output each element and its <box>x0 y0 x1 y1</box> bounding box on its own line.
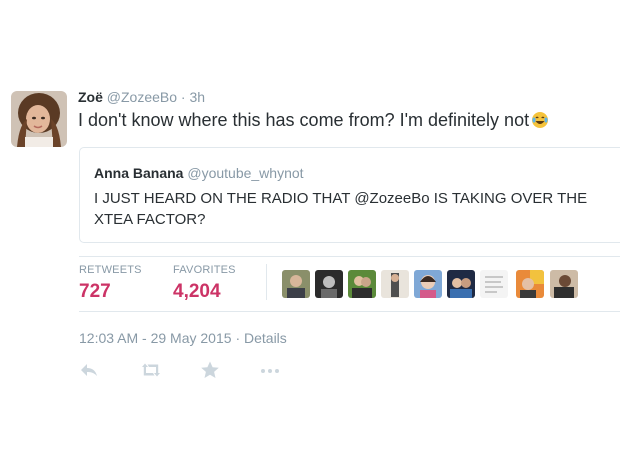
favorites-count: 4,204 <box>173 281 221 302</box>
handle[interactable]: @ZozeeBo <box>107 89 177 105</box>
retweet-button[interactable] <box>139 361 163 384</box>
favoriter-avatar[interactable] <box>381 270 409 298</box>
tweet-text-body: I don't know where this has come from? I… <box>78 110 530 130</box>
retweets-count: 727 <box>79 281 111 302</box>
quoted-tweet[interactable]: Anna Banana @youtube_whynot I JUST HEARD… <box>79 147 620 243</box>
favorites-label: FAVORITES <box>173 264 236 276</box>
details-link[interactable]: Details <box>244 330 287 346</box>
tweet-text: I don't know where this has come from? I… <box>78 110 549 134</box>
retweets-stat[interactable]: RETWEETS 727 <box>79 264 142 303</box>
tweet-header: Zoë @ZozeeBo · 3h <box>78 89 205 105</box>
reply-button[interactable] <box>79 361 99 384</box>
quoted-text: I JUST HEARD ON THE RADIO THAT @ZozeeBo … <box>94 190 588 228</box>
favorites-stat[interactable]: FAVORITES 4,204 <box>173 264 236 303</box>
retweet-icon <box>139 363 163 383</box>
quoted-display-name: Anna Banana <box>94 165 184 181</box>
divider-top <box>79 256 620 257</box>
favoriter-avatar[interactable] <box>348 270 376 298</box>
divider-bottom <box>79 311 620 312</box>
favorite-button[interactable] <box>200 361 220 384</box>
display-name[interactable]: Zoë <box>78 89 103 105</box>
favoriter-avatar[interactable] <box>414 270 442 298</box>
crying-laughing-emoji-icon <box>531 111 549 134</box>
favoriter-avatar[interactable] <box>282 270 310 298</box>
favoriter-avatar[interactable] <box>447 270 475 298</box>
more-button[interactable] <box>259 361 281 384</box>
retweets-label: RETWEETS <box>79 264 142 276</box>
tweet-timestamp: 12:03 AM - 29 May 2015 · Details <box>79 330 287 346</box>
reply-icon <box>79 364 99 383</box>
quoted-header: Anna Banana @youtube_whynot <box>94 165 304 181</box>
more-icon <box>259 366 281 383</box>
favoriter-avatar[interactable] <box>550 270 578 298</box>
timestamp-text[interactable]: 12:03 AM - 29 May 2015 <box>79 330 232 346</box>
favorite-icon <box>200 361 220 383</box>
header-separator: · <box>180 89 186 105</box>
favoriter-avatar[interactable] <box>516 270 544 298</box>
stats-separator <box>266 264 267 300</box>
favoriter-avatar[interactable] <box>480 270 508 298</box>
quoted-handle: @youtube_whynot <box>187 165 304 181</box>
favoriter-avatar[interactable] <box>315 270 343 298</box>
tweet-age[interactable]: 3h <box>189 89 205 105</box>
timestamp-separator: · <box>235 330 241 346</box>
avatar[interactable] <box>11 91 67 147</box>
